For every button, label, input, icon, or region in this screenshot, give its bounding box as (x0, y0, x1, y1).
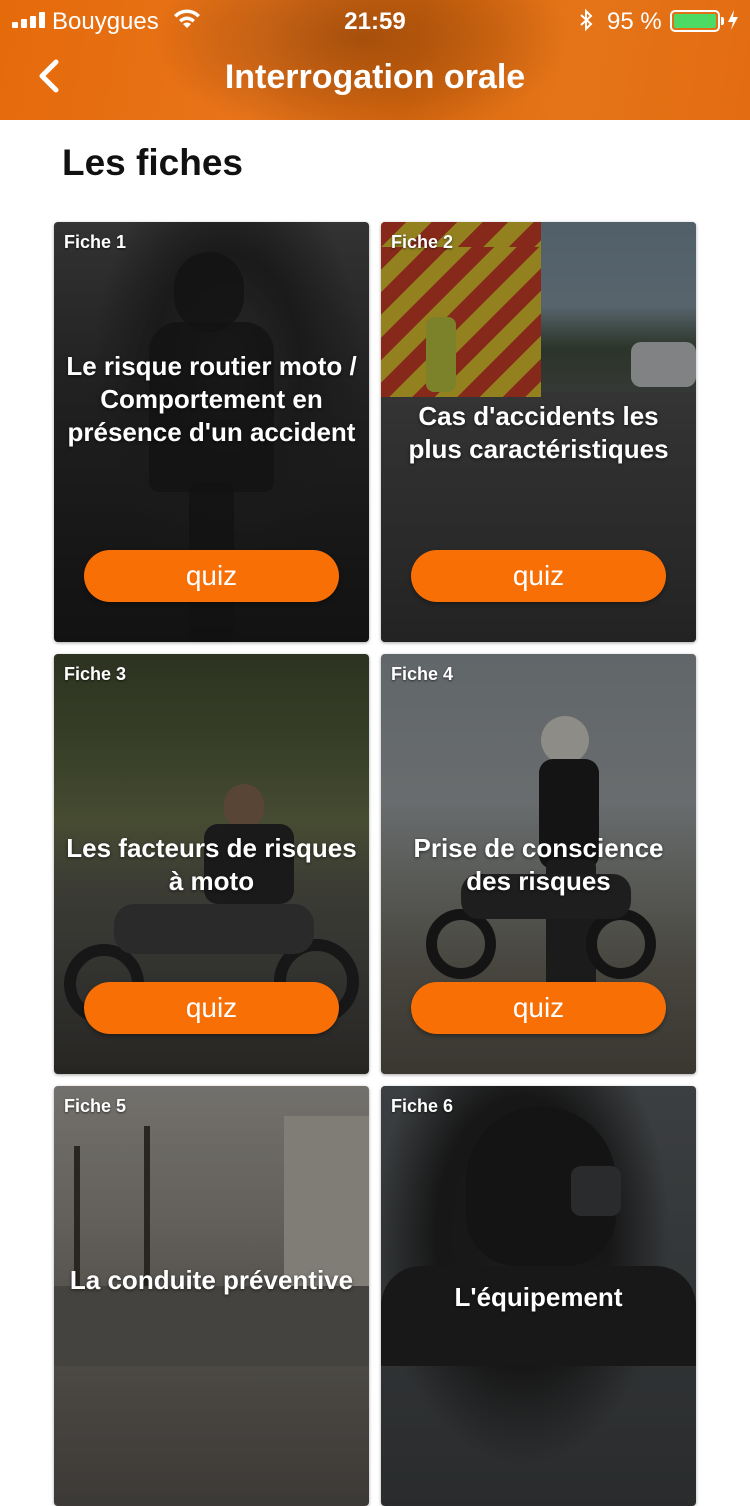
battery-percent: 95 % (607, 8, 662, 35)
fiche-card-5[interactable]: Fiche 5 La conduite préventive (54, 1086, 369, 1506)
section-title: Les fiches (62, 142, 243, 183)
quiz-button[interactable]: quiz (411, 982, 666, 1034)
fiche-label: Fiche 6 (391, 1096, 454, 1116)
fiche-title: Les facteurs de risques à moto (66, 833, 357, 896)
fiche-title: Cas d'accidents les plus caractéristique… (408, 401, 669, 464)
bluetooth-icon (578, 8, 594, 38)
page-title: Interrogation orale (224, 58, 526, 96)
nav-header: Bouygues 21:59 95 % Interrogation orale (0, 0, 750, 120)
fiche-title: L'équipement (454, 1282, 623, 1312)
fiche-label: Fiche 1 (64, 232, 127, 252)
fiche-label: Fiche 5 (64, 1096, 127, 1116)
quiz-button[interactable]: quiz (84, 982, 339, 1034)
battery-icon (670, 10, 724, 32)
status-bar: Bouygues 21:59 95 % (0, 0, 750, 40)
fiche-card-3[interactable]: Fiche 3 Les facteurs de risques à moto q… (54, 654, 369, 1074)
fiche-card-2[interactable]: Fiche 2 Cas d'accidents les plus caracté… (381, 222, 696, 642)
charging-bolt-icon (726, 8, 740, 38)
fiche-card-4[interactable]: Fiche 4 Prise de conscience des risques … (381, 654, 696, 1074)
fiche-label: Fiche 4 (391, 664, 454, 684)
fiche-title: Prise de conscience des risques (413, 833, 664, 896)
fiche-label: Fiche 3 (64, 664, 127, 684)
quiz-button[interactable]: quiz (411, 550, 666, 602)
fiche-card-6[interactable]: Fiche 6 L'équipement (381, 1086, 696, 1506)
fiche-title: Le risque routier moto / Comportement en… (66, 351, 357, 447)
quiz-button[interactable]: quiz (84, 550, 339, 602)
fiche-label: Fiche 2 (391, 232, 454, 252)
fiche-card-1[interactable]: Fiche 1 Le risque routier moto / Comport… (54, 222, 369, 642)
fiche-title: La conduite préventive (69, 1265, 354, 1295)
